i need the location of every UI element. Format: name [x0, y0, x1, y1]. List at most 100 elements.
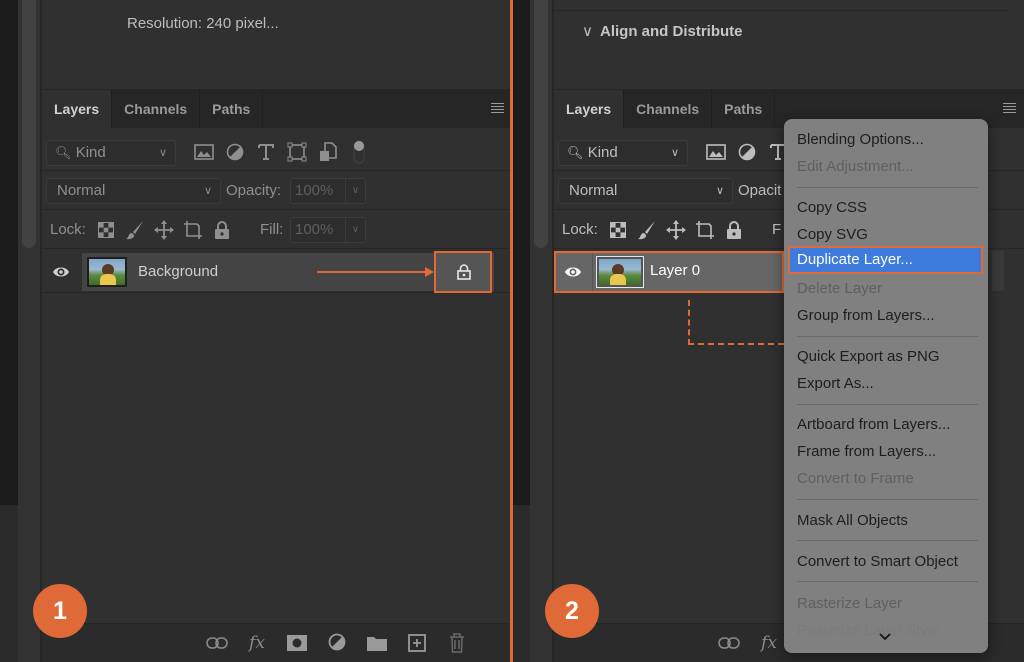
visibility-eye-icon[interactable] — [564, 264, 582, 280]
delete-layer-icon[interactable] — [445, 632, 469, 654]
fill-value: 100% — [295, 221, 334, 238]
menu-item-frame-from-layers[interactable]: Frame from Layers... — [797, 443, 936, 460]
lock-artboard-icon[interactable] — [183, 220, 203, 240]
new-group-icon[interactable] — [365, 632, 389, 654]
fx-icon[interactable]: fx — [757, 632, 781, 654]
menu-item-mask-all-objects[interactable]: Mask All Objects — [797, 512, 908, 529]
tab-layers[interactable]: Layers — [42, 90, 113, 128]
menu-item-artboard-from-layers[interactable]: Artboard from Layers... — [797, 416, 950, 433]
image-filter-icon[interactable] — [706, 142, 726, 162]
layers-bottom-toolbar: fx — [42, 623, 512, 662]
tab-layers[interactable]: Layers — [554, 90, 625, 128]
adjustment-filter-icon[interactable] — [225, 142, 245, 162]
lock-all-icon[interactable] — [212, 220, 232, 240]
image-filter-icon[interactable] — [194, 142, 214, 162]
lock-position-icon[interactable] — [154, 220, 174, 240]
add-mask-icon[interactable] — [285, 632, 309, 654]
menu-item-quick-export-png[interactable]: Quick Export as PNG — [797, 348, 940, 365]
type-filter-icon[interactable] — [256, 142, 276, 162]
panel-menu-icon[interactable] — [1003, 103, 1016, 114]
tab-channels[interactable]: Channels — [624, 90, 713, 128]
lock-all-icon[interactable] — [724, 220, 744, 240]
menu-separator — [797, 404, 978, 405]
lock-paint-icon[interactable] — [125, 220, 145, 240]
menu-item-blending-options[interactable]: Blending Options... — [797, 131, 924, 148]
opacity-field[interactable]: 100% ∨ — [290, 178, 366, 204]
menu-item-label: Duplicate Layer... — [797, 251, 913, 268]
canvas-area — [512, 0, 530, 505]
menu-separator — [797, 187, 978, 188]
menu-item-copy-svg[interactable]: Copy SVG — [797, 226, 868, 243]
layers-panel: Resolution: 240 pixel... Layers Channels… — [42, 0, 512, 662]
panel-edge-tab — [992, 251, 1004, 291]
lock-transparent-icon[interactable] — [96, 220, 116, 240]
opacity-label: Opacit — [738, 182, 782, 199]
chevron-down-icon[interactable]: ∨ — [345, 179, 365, 203]
layer-name: Layer 0 — [650, 262, 701, 279]
layer-lock-icon[interactable] — [457, 264, 471, 285]
step-badge: 1 — [33, 584, 87, 638]
panel-tabs: Layers Channels Paths — [42, 90, 512, 128]
scrollbar-thumb[interactable] — [534, 0, 548, 248]
filter-row: 🔍︎ Kind ∨ — [42, 133, 512, 171]
chevron-down-icon: ∨ — [158, 147, 167, 159]
adjustment-filter-icon[interactable] — [737, 142, 757, 162]
menu-scroll-down-icon[interactable] — [878, 629, 892, 643]
filter-toggle-icon[interactable] — [349, 140, 369, 164]
kind-filter-select[interactable]: 🔍︎ Kind ∨ — [558, 140, 688, 166]
menu-item-duplicate-layer[interactable]: Duplicate Layer... — [788, 246, 983, 274]
kind-label: Kind — [587, 144, 618, 161]
comparison-divider — [510, 0, 513, 662]
lock-label: Lock: — [50, 221, 86, 238]
layer-thumbnail — [87, 257, 127, 287]
lock-position-icon[interactable] — [666, 220, 686, 240]
resolution-text: Resolution: 240 pixel... — [127, 15, 279, 32]
lock-transparent-icon[interactable] — [608, 220, 628, 240]
canvas-area — [0, 0, 18, 505]
scrollbar-thumb[interactable] — [22, 0, 36, 248]
step-1-screenshot: Resolution: 240 pixel... Layers Channels… — [0, 0, 512, 662]
search-icon: 🔍︎ — [55, 145, 72, 160]
menu-item-delete-layer: Delete Layer — [797, 280, 883, 297]
layer-name: Background — [138, 263, 219, 280]
tab-paths[interactable]: Paths — [200, 90, 264, 128]
layer-context-menu: Blending Options... Edit Adjustment... C… — [784, 119, 988, 653]
lock-paint-icon[interactable] — [637, 220, 657, 240]
panel-menu-icon[interactable] — [491, 103, 504, 114]
properties-area: ∨ Align and Distribute — [554, 0, 1024, 90]
layer-lock-button-highlight[interactable] — [434, 251, 492, 293]
visibility-eye-icon[interactable] — [52, 264, 70, 280]
divider — [554, 10, 1008, 11]
annotation-arrowhead — [425, 267, 434, 277]
tab-channels[interactable]: Channels — [112, 90, 201, 128]
menu-item-copy-css[interactable]: Copy CSS — [797, 199, 867, 216]
link-layers-icon[interactable] — [205, 632, 229, 654]
menu-item-export-as[interactable]: Export As... — [797, 375, 874, 392]
link-layers-icon[interactable] — [717, 632, 741, 654]
fill-field[interactable]: 100% ∨ — [290, 217, 366, 243]
tab-paths[interactable]: Paths — [712, 90, 776, 128]
layer-row-layer-0[interactable]: Layer 0 — [554, 251, 784, 293]
step-badge: 2 — [545, 584, 599, 638]
menu-item-convert-to-smart-object[interactable]: Convert to Smart Object — [797, 553, 958, 570]
align-distribute-header[interactable]: ∨ Align and Distribute — [582, 22, 743, 40]
kind-filter-select[interactable]: 🔍︎ Kind ∨ — [46, 140, 176, 166]
layer-thumbnail — [596, 256, 644, 288]
fx-icon[interactable]: fx — [245, 632, 269, 654]
blend-mode-select[interactable]: Normal ∨ — [46, 178, 221, 204]
blend-mode-value: Normal — [569, 182, 618, 199]
chevron-down-icon[interactable]: ∨ — [345, 218, 365, 242]
blend-mode-select[interactable]: Normal ∨ — [558, 178, 733, 204]
lock-label: Lock: — [562, 221, 598, 238]
smart-object-filter-icon[interactable] — [318, 142, 338, 162]
adjustment-layer-icon[interactable] — [325, 632, 349, 654]
properties-area: Resolution: 240 pixel... — [42, 0, 512, 90]
shape-filter-icon[interactable] — [287, 142, 307, 162]
blend-row: Normal ∨ Opacity: 100% ∨ — [42, 172, 512, 210]
menu-separator — [797, 581, 978, 582]
menu-item-group-from-layers[interactable]: Group from Layers... — [797, 307, 935, 324]
new-layer-icon[interactable] — [405, 632, 429, 654]
lock-artboard-icon[interactable] — [695, 220, 715, 240]
menu-item-convert-to-frame: Convert to Frame — [797, 470, 914, 487]
chevron-down-icon: ∨ — [715, 185, 724, 197]
